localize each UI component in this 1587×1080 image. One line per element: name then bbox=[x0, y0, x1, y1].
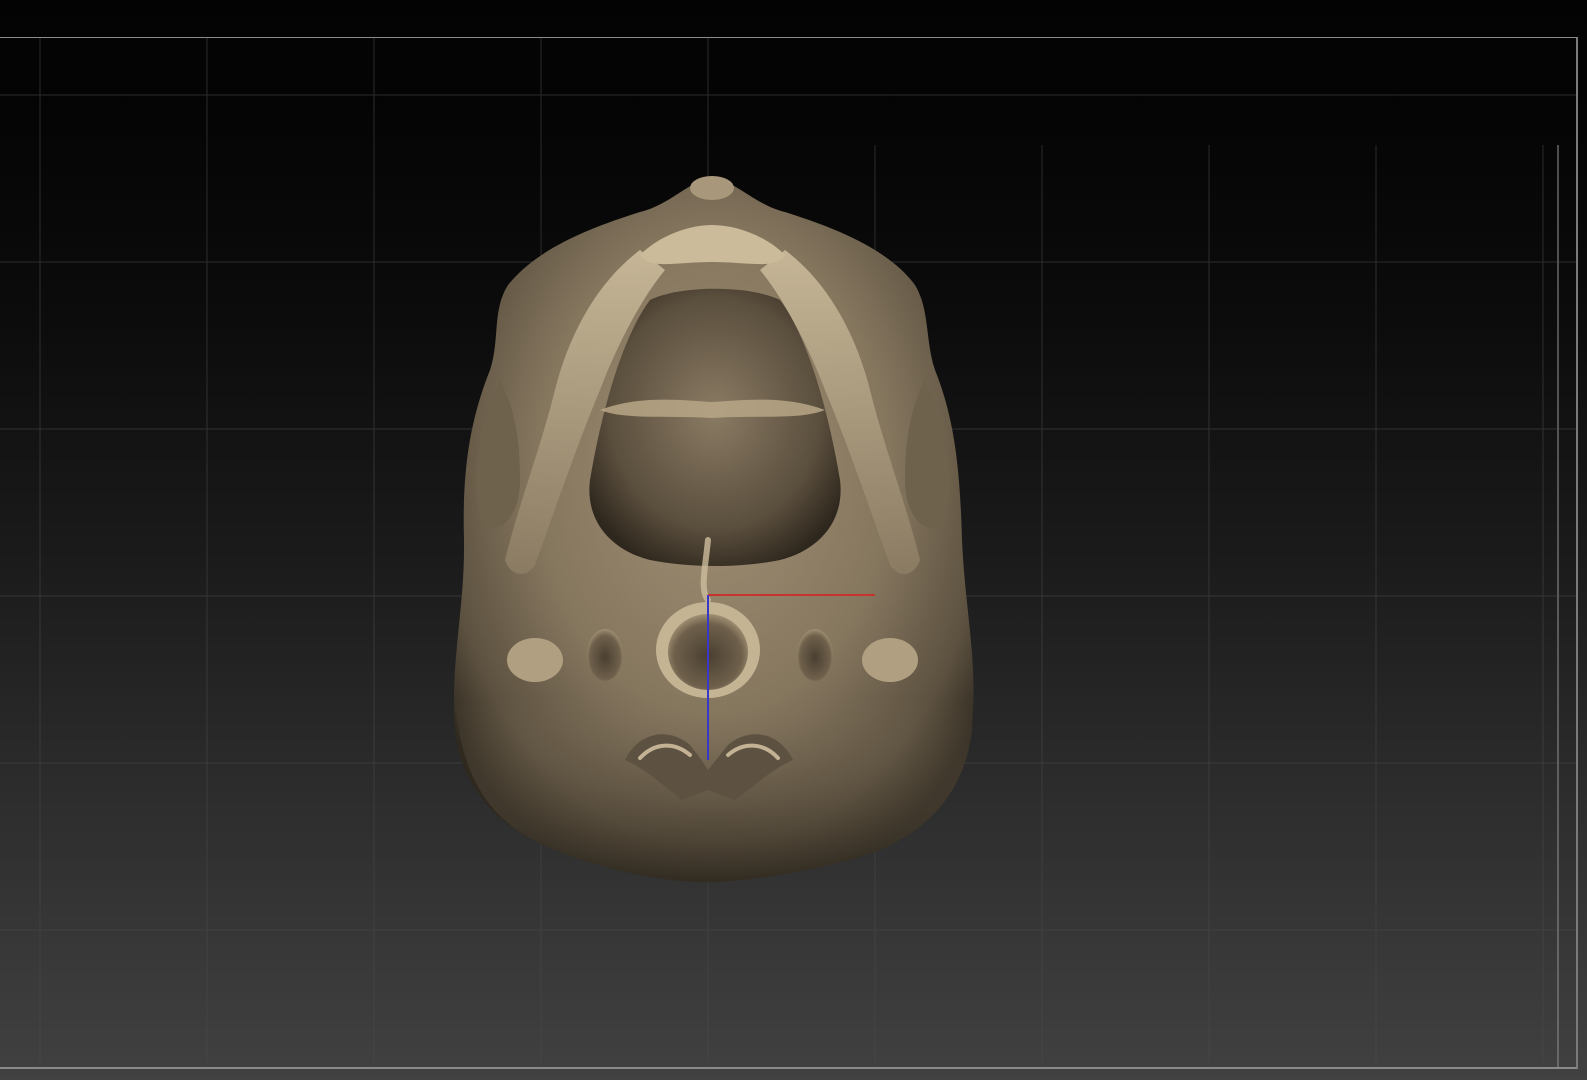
condyle-right bbox=[862, 638, 918, 682]
3d-viewport[interactable] bbox=[0, 0, 1587, 1080]
oval-hole-left bbox=[587, 629, 623, 681]
cross-ridge bbox=[600, 399, 825, 418]
top-knob bbox=[690, 176, 734, 200]
oval-hole-right bbox=[797, 629, 833, 681]
sculpt-mesh[interactable] bbox=[0, 0, 1587, 1080]
condyle-left bbox=[507, 638, 563, 682]
